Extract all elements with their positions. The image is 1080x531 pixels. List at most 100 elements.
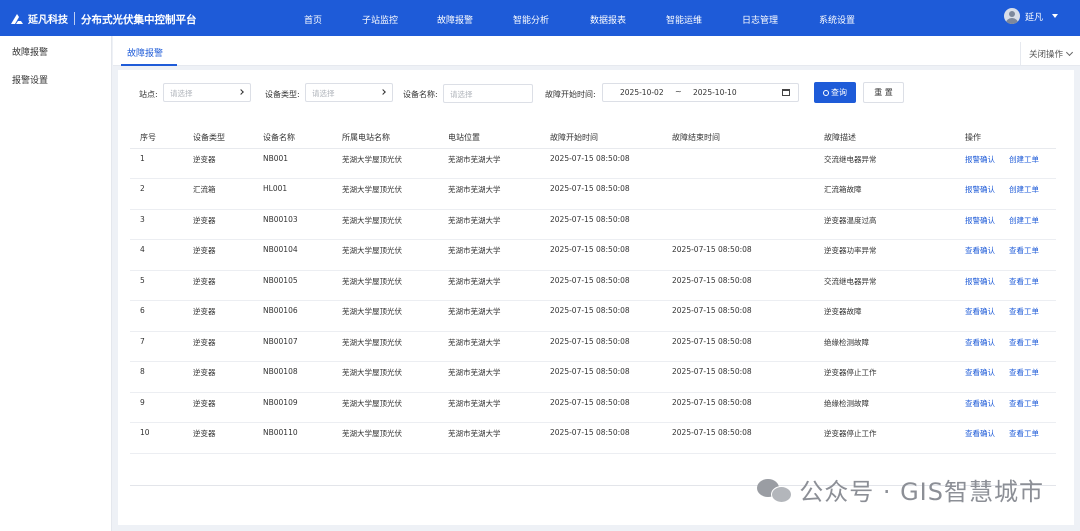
action-link-confirm[interactable]: 查看确认 xyxy=(965,368,995,377)
watermark: 公众号 · GIS智慧城市 xyxy=(757,472,1044,507)
cell-station-location: 芜湖市芜湖大学 xyxy=(448,422,550,454)
tab-bar: 故障报警 关闭操作 xyxy=(113,36,1080,66)
cell-device-name: NB00108 xyxy=(263,361,342,393)
cell-actions: 查看确认 查看工单 xyxy=(965,300,1056,332)
action-link-confirm[interactable]: 查看确认 xyxy=(965,246,995,255)
cell-station-name: 芜湖大学屋顶光伏 xyxy=(342,270,448,301)
col-header-station-location: 电站位置 xyxy=(448,128,550,149)
sidebar-item-alarm-settings[interactable]: 报警设置 xyxy=(12,73,48,86)
chevron-right-icon xyxy=(238,89,244,95)
cell-actions: 报警确认 创建工单 xyxy=(965,209,1056,240)
col-header-fault-desc: 故障描述 xyxy=(824,128,965,149)
search-icon xyxy=(823,89,829,96)
reset-button[interactable]: 重 置 xyxy=(863,82,904,103)
query-button[interactable]: 查询 xyxy=(814,82,856,103)
cell-device-type: 逆变器 xyxy=(193,270,263,301)
cell-fault-desc: 交流继电器异常 xyxy=(824,148,965,179)
reset-label: 重 置 xyxy=(874,88,893,97)
action-link-work-order[interactable]: 查看工单 xyxy=(1009,307,1039,316)
action-link-confirm[interactable]: 报警确认 xyxy=(965,277,995,286)
table-row: 9 逆变器 NB00109 芜湖大学屋顶光伏 芜湖市芜湖大学 2025-07-15 08:… xyxy=(130,392,1056,423)
cell-fault-start: 2025-07-15 08:50:08 xyxy=(550,361,672,393)
cell-station-location: 芜湖市芜湖大学 xyxy=(448,331,550,362)
action-link-work-order[interactable]: 创建工单 xyxy=(1009,185,1039,194)
table-row: 1 逆变器 NB001 芜湖大学屋顶光伏 芜湖市芜湖大学 2025-07-15 08:50… xyxy=(130,148,1056,179)
action-link-work-order[interactable]: 查看工单 xyxy=(1009,429,1039,438)
cell-device-type: 逆变器 xyxy=(193,361,263,393)
user-menu[interactable]: 延凡 xyxy=(1003,8,1058,24)
action-link-confirm[interactable]: 查看确认 xyxy=(965,399,995,408)
table-row: 3 逆变器 NB00103 芜湖大学屋顶光伏 芜湖市芜湖大学 2025-07-15 08:… xyxy=(130,209,1056,240)
cell-station-name: 芜湖大学屋顶光伏 xyxy=(342,422,448,454)
cell-fault-desc: 绝缘检测故障 xyxy=(824,331,965,362)
device-type-placeholder: 请选择 xyxy=(312,89,335,98)
logo[interactable]: 延凡科技 xyxy=(10,11,68,26)
action-link-work-order[interactable]: 查看工单 xyxy=(1009,399,1039,408)
cell-no: 5 xyxy=(130,270,193,301)
cell-fault-start: 2025-07-15 08:50:08 xyxy=(550,331,672,362)
action-link-confirm[interactable]: 报警确认 xyxy=(965,185,995,194)
caret-down-icon xyxy=(1052,14,1058,18)
cell-no: 4 xyxy=(130,239,193,271)
action-link-work-order[interactable]: 查看工单 xyxy=(1009,277,1039,286)
action-link-work-order[interactable]: 查看工单 xyxy=(1009,246,1039,255)
cell-actions: 查看确认 查看工单 xyxy=(965,361,1056,393)
device-name-label: 设备名称: xyxy=(403,90,438,99)
tab-fault-alarm[interactable]: 故障报警 xyxy=(127,46,163,59)
logo-divider xyxy=(74,12,75,25)
nav-smart-maintenance[interactable]: 智能运维 xyxy=(666,13,702,26)
date-from: 2025-10-02 xyxy=(620,88,664,97)
nav-substation-monitor[interactable]: 子站监控 xyxy=(362,13,398,26)
action-link-work-order[interactable]: 查看工单 xyxy=(1009,338,1039,347)
cell-device-name: NB00103 xyxy=(263,209,342,240)
device-type-select[interactable]: 请选择 xyxy=(305,83,393,102)
col-header-no: 序号 xyxy=(130,128,193,149)
cell-device-type: 逆变器 xyxy=(193,239,263,271)
sidebar-item-fault-alarm[interactable]: 故障报警 xyxy=(12,45,48,58)
cell-station-name: 芜湖大学屋顶光伏 xyxy=(342,239,448,271)
cell-device-type: 汇流箱 xyxy=(193,178,263,210)
close-ops-dropdown[interactable]: 关闭操作 xyxy=(1019,42,1080,66)
cell-no: 7 xyxy=(130,331,193,362)
nav-home[interactable]: 首页 xyxy=(304,13,322,26)
cell-device-type: 逆变器 xyxy=(193,148,263,179)
nav-fault-alarm[interactable]: 故障报警 xyxy=(437,13,473,26)
device-name-input[interactable]: 请选择 xyxy=(443,84,533,103)
cell-station-location: 芜湖市芜湖大学 xyxy=(448,361,550,393)
action-link-confirm[interactable]: 查看确认 xyxy=(965,429,995,438)
date-range-picker[interactable]: 2025-10-02 ~ 2025-10-10 xyxy=(602,83,799,102)
device-name-placeholder: 请选择 xyxy=(450,90,473,99)
table-row: 8 逆变器 NB00108 芜湖大学屋顶光伏 芜湖市芜湖大学 2025-07-15 08:… xyxy=(130,361,1056,393)
wechat-icon xyxy=(757,477,793,503)
top-bar: 延凡科技 分布式光伏集中控制平台 首页 子站监控 故障报警 智能分析 数据报表 … xyxy=(0,0,1080,36)
nav-system-settings[interactable]: 系统设置 xyxy=(819,13,855,26)
cell-no: 8 xyxy=(130,361,193,393)
action-link-confirm[interactable]: 查看确认 xyxy=(965,307,995,316)
cell-fault-desc: 逆变器功率异常 xyxy=(824,239,965,271)
col-header-station-name: 所属电站名称 xyxy=(342,128,448,149)
action-link-confirm[interactable]: 报警确认 xyxy=(965,155,995,164)
station-select[interactable]: 请选择 xyxy=(163,83,251,102)
table-header: 序号 设备类型 设备名称 所属电站名称 电站位置 故障开始时间 故障结束时间 故… xyxy=(130,128,1056,149)
query-label: 查询 xyxy=(831,88,847,97)
cell-no: 10 xyxy=(130,422,193,454)
nav-smart-analysis[interactable]: 智能分析 xyxy=(513,13,549,26)
cell-station-location: 芜湖市芜湖大学 xyxy=(448,239,550,271)
cell-actions: 查看确认 查看工单 xyxy=(965,422,1056,454)
action-link-work-order[interactable]: 创建工单 xyxy=(1009,155,1039,164)
cell-no: 2 xyxy=(130,178,193,210)
cell-fault-start: 2025-07-15 08:50:08 xyxy=(550,392,672,423)
cell-station-location: 芜湖市芜湖大学 xyxy=(448,148,550,179)
cell-device-type: 逆变器 xyxy=(193,209,263,240)
action-link-confirm[interactable]: 查看确认 xyxy=(965,338,995,347)
nav-log-management[interactable]: 日志管理 xyxy=(742,13,778,26)
cell-actions: 报警确认 创建工单 xyxy=(965,178,1056,210)
action-link-confirm[interactable]: 报警确认 xyxy=(965,216,995,225)
cell-fault-start: 2025-07-15 08:50:08 xyxy=(550,422,672,454)
date-separator: ~ xyxy=(675,87,682,96)
cell-station-name: 芜湖大学屋顶光伏 xyxy=(342,331,448,362)
action-link-work-order[interactable]: 查看工单 xyxy=(1009,368,1039,377)
cell-device-name: NB001 xyxy=(263,148,342,179)
action-link-work-order[interactable]: 创建工单 xyxy=(1009,216,1039,225)
nav-data-report[interactable]: 数据报表 xyxy=(590,13,626,26)
